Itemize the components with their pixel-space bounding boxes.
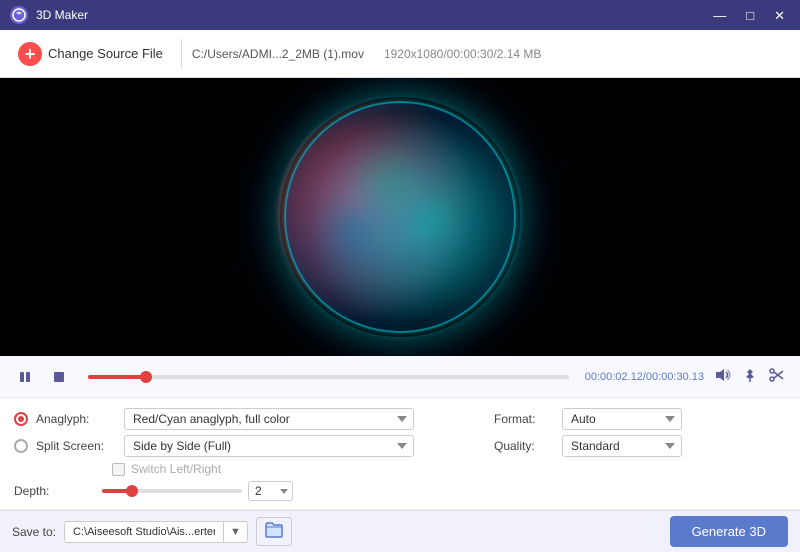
depth-slider[interactable] — [102, 489, 242, 493]
quality-select[interactable]: Standard High Lossless — [562, 435, 682, 457]
depth-slider-container: 2 1 3 4 5 — [102, 481, 293, 501]
plus-circle-icon: + — [18, 42, 42, 66]
split-screen-setting: Split Screen: Side by Side (Full) Side b… — [14, 435, 494, 457]
scissors-button[interactable] — [766, 365, 788, 389]
format-label: Format: — [494, 412, 554, 426]
save-path-dropdown-button[interactable]: ▼ — [224, 521, 248, 543]
format-setting: Format: Auto MP4 MOV AVI MKV — [494, 408, 786, 430]
stop-button[interactable] — [46, 364, 72, 390]
format-select[interactable]: Auto MP4 MOV AVI MKV — [562, 408, 682, 430]
generate-3d-button[interactable]: Generate 3D — [670, 516, 788, 547]
switch-leftright-label: Switch Left/Right — [131, 462, 221, 476]
glow-ring — [284, 101, 516, 333]
split-screen-select[interactable]: Side by Side (Full) Side by Side (Half W… — [124, 435, 414, 457]
save-to-label: Save to: — [12, 525, 56, 539]
save-path-container: ▼ — [64, 521, 248, 543]
quality-setting: Quality: Standard High Lossless — [494, 435, 786, 457]
bottom-bar: Save to: ▼ Generate 3D — [0, 510, 800, 552]
settings-col-left: Anaglyph: Red/Cyan anaglyph, full color … — [14, 408, 494, 501]
player-right-icons — [712, 365, 788, 389]
close-button[interactable]: ✕ — [769, 7, 790, 24]
save-path-input[interactable] — [64, 521, 224, 543]
pause-button[interactable] — [12, 364, 38, 390]
anaglyph-select[interactable]: Red/Cyan anaglyph, full color Red/Cyan a… — [124, 408, 414, 430]
depth-select[interactable]: 2 1 3 4 5 — [248, 481, 293, 501]
globe-container — [285, 102, 515, 332]
title-bar: 3D Maker — □ ✕ — [0, 0, 800, 30]
minimize-button[interactable]: — — [708, 7, 731, 24]
settings-columns: Anaglyph: Red/Cyan anaglyph, full color … — [14, 408, 786, 501]
anaglyph-label: Anaglyph: — [36, 412, 116, 426]
progress-bar[interactable] — [88, 375, 569, 379]
maximize-button[interactable]: □ — [741, 7, 759, 24]
app-title: 3D Maker — [36, 8, 708, 22]
switch-leftright-checkbox[interactable] — [112, 463, 125, 476]
depth-fill — [102, 489, 132, 493]
progress-fill — [88, 375, 146, 379]
volume-button[interactable] — [712, 365, 734, 389]
depth-thumb — [126, 485, 138, 497]
anaglyph-setting: Anaglyph: Red/Cyan anaglyph, full color … — [14, 408, 494, 430]
time-display: 00:00:02.12/00:00:30.13 — [585, 371, 704, 383]
progress-thumb — [140, 371, 152, 383]
split-screen-radio[interactable] — [14, 439, 28, 453]
anaglyph-radio[interactable] — [14, 412, 28, 426]
folder-button[interactable] — [256, 517, 292, 546]
depth-label: Depth: — [14, 484, 94, 498]
app-icon — [10, 6, 28, 24]
window-controls: — □ ✕ — [708, 7, 790, 24]
settings-col-right: Format: Auto MP4 MOV AVI MKV Quality: St… — [494, 408, 786, 462]
file-name: C:/Users/ADMI...2_2MB (1).mov — [192, 47, 364, 61]
quality-label: Quality: — [494, 439, 554, 453]
player-controls: 00:00:02.12/00:00:30.13 — [0, 356, 800, 398]
toolbar-separator — [181, 39, 182, 69]
file-meta: 1920x1080/00:00:30/2.14 MB — [384, 47, 541, 61]
pin-button[interactable] — [740, 365, 760, 389]
split-screen-label: Split Screen: — [36, 439, 116, 453]
settings-area: Anaglyph: Red/Cyan anaglyph, full color … — [0, 398, 800, 510]
preview-area — [0, 78, 800, 356]
toolbar: + Change Source File C:/Users/ADMI...2_2… — [0, 30, 800, 78]
change-source-label: Change Source File — [48, 46, 163, 61]
switch-leftright-item: Switch Left/Right — [112, 462, 494, 476]
depth-row: Depth: 2 1 3 4 5 — [14, 481, 494, 501]
change-source-button[interactable]: + Change Source File — [10, 37, 171, 71]
